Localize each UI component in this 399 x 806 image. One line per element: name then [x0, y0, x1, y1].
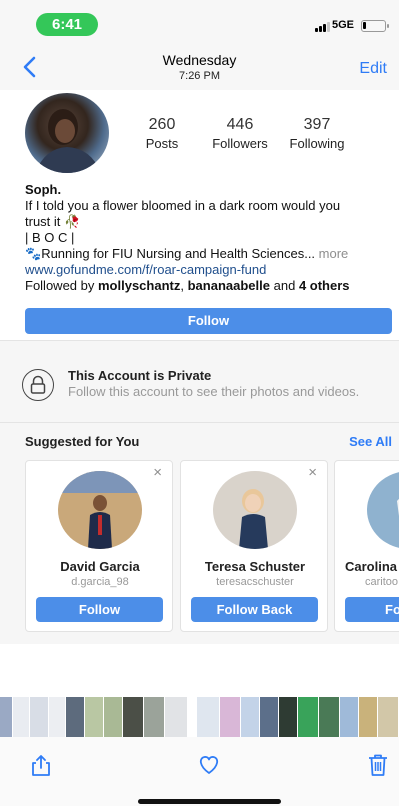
suggestion-card[interactable]: × David Garcia d.garcia_98 Follow: [25, 460, 173, 632]
suggestion-name[interactable]: Carolina: [335, 559, 399, 574]
thumbnail[interactable]: [340, 697, 358, 737]
profile-avatar[interactable]: [25, 93, 109, 173]
share-icon[interactable]: [28, 751, 54, 777]
followed-by-user-1[interactable]: mollyschantz: [98, 278, 180, 293]
thumbnail[interactable]: [260, 697, 278, 737]
suggestion-name[interactable]: Teresa Schuster: [181, 559, 329, 574]
see-all-link[interactable]: See All: [349, 434, 392, 449]
bio-more-link[interactable]: more: [319, 246, 349, 261]
posts-label: Posts: [145, 136, 179, 151]
suggestion-avatar[interactable]: [58, 471, 142, 549]
suggestion-photo: [58, 471, 142, 549]
bio-line-4-text: Running for FIU Nursing and Health Scien…: [41, 246, 316, 261]
follow-button[interactable]: Follow: [25, 308, 392, 334]
status-time[interactable]: 6:41: [36, 13, 98, 36]
suggestion-username: caritoo: [365, 576, 399, 588]
thumbnail[interactable]: [144, 697, 164, 737]
suggestion-avatar[interactable]: [213, 471, 297, 549]
suggestion-card[interactable]: × Teresa Schuster teresacschuster Follow…: [180, 460, 328, 632]
thumbnail[interactable]: [165, 697, 187, 737]
rose-emoji: 🥀: [64, 214, 81, 229]
thumbnail[interactable]: [298, 697, 318, 737]
profile-header: 260 Posts 446 Followers 397 Following So…: [0, 90, 399, 340]
followers-count: 446: [226, 116, 254, 133]
photo-date-title: Wednesday 7:26 PM: [0, 52, 399, 82]
thumbnail[interactable]: [85, 697, 103, 737]
dismiss-icon[interactable]: ×: [153, 464, 162, 481]
suggestion-name[interactable]: David Garcia: [26, 559, 174, 574]
profile-bio: Soph. If I told you a flower bloomed in …: [25, 182, 395, 294]
thumbnail[interactable]: [319, 697, 339, 737]
network-type: 5GE: [332, 19, 355, 31]
bio-website-link[interactable]: www.gofundme.com/f/roar-campaign-fund: [25, 262, 395, 278]
suggestion-username: d.garcia_98: [71, 576, 129, 588]
bio-line-1: If I told you a flower bloomed in a dark…: [25, 198, 341, 213]
thumbnail[interactable]: [241, 697, 259, 737]
photo-time: 7:26 PM: [179, 70, 220, 82]
following-stat[interactable]: 397 Following: [285, 116, 349, 151]
photo-toolbar: [0, 737, 399, 806]
avatar-photo: [35, 109, 101, 173]
followers-label: Followers: [212, 136, 268, 151]
followed-by-user-2[interactable]: bananaabelle: [188, 278, 270, 293]
following-label: Following: [289, 136, 345, 151]
signal-icon: [315, 22, 330, 32]
thumbnail[interactable]: [30, 697, 48, 737]
suggestion-follow-button[interactable]: Follow: [36, 597, 163, 622]
profile-name: Soph.: [25, 182, 62, 197]
suggestion-avatar[interactable]: [367, 471, 399, 549]
private-subtitle: Follow this account to see their photos …: [68, 384, 360, 399]
paw-emoji: 🐾: [25, 246, 42, 261]
thumbnail[interactable]: [378, 697, 398, 737]
thumbnail[interactable]: [279, 697, 297, 737]
suggestion-photo: [367, 471, 399, 549]
bio-line-4: 🐾Running for FIU Nursing and Health Scie…: [25, 246, 395, 262]
following-count: 397: [303, 116, 331, 133]
posts-stat: 260 Posts: [142, 116, 182, 151]
suggested-section: Suggested for You See All × David Garcia…: [0, 422, 399, 644]
thumbnail[interactable]: [123, 697, 143, 737]
trash-icon[interactable]: [365, 751, 391, 777]
followers-stat[interactable]: 446 Followers: [207, 116, 273, 151]
thumbnail-gap: [188, 697, 196, 737]
posts-count: 260: [148, 116, 176, 133]
thumbnail[interactable]: [220, 697, 240, 737]
suggestion-photo: [213, 471, 297, 549]
status-bar: 6:41 5GE: [0, 0, 399, 44]
edit-button[interactable]: Edit: [359, 60, 387, 78]
photo-thumbnail-strip[interactable]: [0, 697, 399, 737]
suggestion-username: teresacschuster: [216, 576, 294, 588]
photo-day: Wednesday: [162, 52, 237, 68]
dismiss-icon[interactable]: ×: [308, 464, 317, 481]
thumbnail[interactable]: [197, 697, 219, 737]
followed-by-others[interactable]: 4 others: [299, 278, 350, 293]
suggestion-card[interactable]: Carolina caritoo Fo: [334, 460, 399, 632]
followed-by-prefix: Followed by: [25, 278, 95, 293]
suggestion-follow-back-button[interactable]: Follow Back: [191, 597, 318, 622]
thumbnail[interactable]: [49, 697, 65, 737]
suggestion-follow-button[interactable]: Fo: [345, 597, 399, 622]
heart-icon[interactable]: [196, 751, 222, 777]
thumbnail[interactable]: [0, 697, 12, 737]
thumbnail[interactable]: [104, 697, 122, 737]
followed-by-line[interactable]: Followed by mollyschantz, bananaabelle a…: [25, 278, 395, 294]
thumbnail[interactable]: [13, 697, 29, 737]
photo-nav-bar: Wednesday 7:26 PM Edit: [0, 44, 399, 90]
followed-by-and: and: [273, 278, 296, 293]
bio-line-3: | B O C |: [25, 230, 75, 245]
suggested-title: Suggested for You: [25, 434, 140, 449]
followed-by-separator: ,: [180, 278, 184, 293]
thumbnail[interactable]: [66, 697, 84, 737]
battery-icon: [361, 20, 389, 32]
thumbnail[interactable]: [359, 697, 377, 737]
bio-line-2: trust it 🥀: [25, 214, 395, 230]
lock-icon: [22, 369, 54, 401]
home-indicator: [138, 799, 281, 804]
bio-line-2-text: trust it: [25, 214, 61, 229]
private-account-notice: This Account is Private Follow this acco…: [0, 340, 399, 422]
private-title: This Account is Private: [68, 368, 212, 383]
